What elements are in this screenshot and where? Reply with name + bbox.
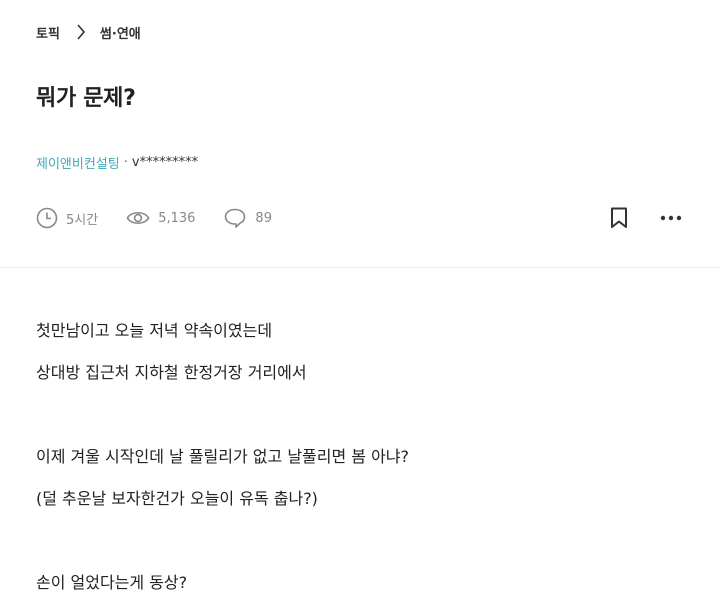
body-line: 첫만남이고 오늘 저녁 약속이였는데 — [36, 321, 273, 340]
comment-icon — [225, 208, 246, 228]
eye-icon — [126, 211, 150, 225]
body-line: 상대방 집근처 지하철 한정거장 거리에서 — [36, 363, 307, 382]
meta-comments: 89 — [223, 207, 272, 229]
more-button[interactable] — [660, 215, 682, 221]
breadcrumb-category[interactable]: 썸·연애 — [100, 23, 141, 42]
post-comments: 89 — [255, 210, 272, 226]
author-separator: · — [123, 155, 128, 170]
body-line: 손이 얼었다는게 동상? — [36, 573, 188, 592]
post-time: 5시간 — [66, 212, 99, 228]
meta-time: 5시간 — [36, 207, 98, 229]
content-divider — [0, 267, 720, 268]
author-company[interactable]: 제이앤비컨설팅 — [36, 153, 120, 172]
meta-views: 5,136 — [126, 208, 195, 228]
body-blank-line — [36, 402, 686, 444]
chevron-right-icon — [76, 24, 86, 40]
more-horizontal-icon — [660, 215, 682, 221]
clock-icon — [36, 207, 58, 229]
post-body: 첫만남이고 오늘 저녁 약속이였는데 상대방 집근처 지하철 한정거장 거리에서… — [36, 318, 686, 612]
post-author: 제이앤비컨설팅 · v********* — [36, 153, 198, 172]
post-views: 5,136 — [158, 210, 196, 226]
bookmark-button[interactable] — [610, 207, 628, 229]
body-line: 이제 겨울 시작인데 날 풀릴리가 없고 날풀리면 봄 아냐? — [36, 447, 410, 466]
post-title: 뭐가 문제? — [36, 86, 136, 111]
author-username: v********* — [131, 155, 199, 170]
breadcrumb: 토픽 썸·연애 — [36, 20, 141, 44]
bookmark-icon — [611, 207, 627, 228]
breadcrumb-topic[interactable]: 토픽 — [36, 23, 60, 42]
post-actions — [610, 204, 682, 232]
body-line: (덜 추운날 보자한건가 오늘이 유독 춥나?) — [36, 489, 318, 508]
body-blank-line — [36, 528, 686, 570]
post-meta: 5시간 5,136 89 — [36, 204, 300, 232]
